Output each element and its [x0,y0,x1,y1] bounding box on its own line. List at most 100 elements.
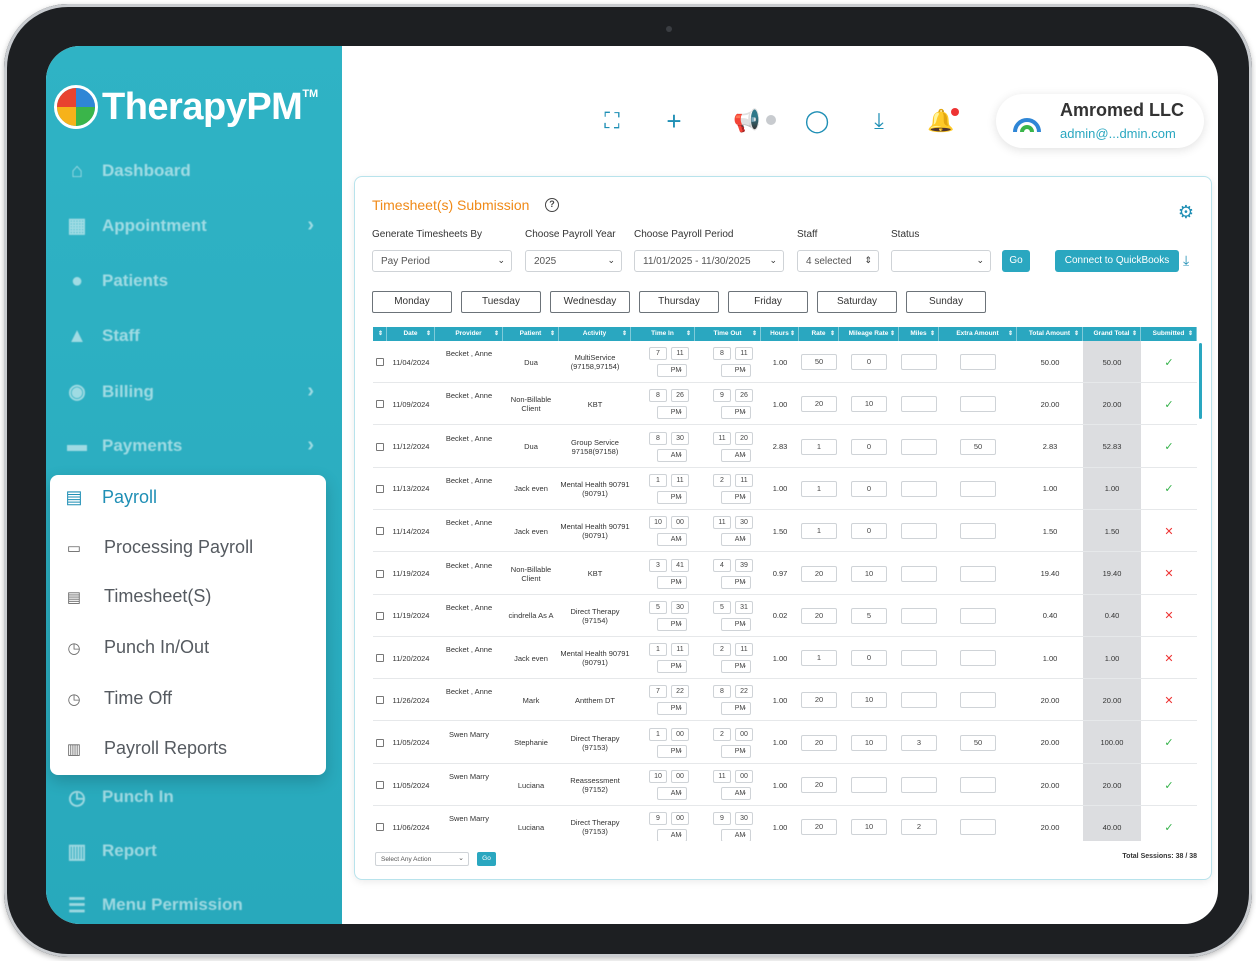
chat-icon[interactable]: ◯ [804,108,830,134]
time-out-minute[interactable]: 00 [735,770,753,783]
time-in-hour[interactable]: 10 [649,770,667,783]
time-out-hour[interactable]: 11 [713,770,731,783]
column-header[interactable]: Time Out ⇕ [695,327,761,341]
row-checkbox[interactable] [376,696,384,705]
time-in-ampm[interactable]: PM ⌄ [657,660,687,674]
rate-input[interactable]: 20 [801,777,837,793]
miles-input[interactable] [901,523,937,540]
time-in-hour[interactable]: 1 [649,643,667,657]
time-out-minute[interactable]: 26 [735,389,753,403]
bulk-go-button[interactable]: Go [477,852,496,866]
extra-amount-input[interactable] [960,354,996,370]
sidebar-item-dashboard[interactable]: ⌂ Dashboard [64,160,314,182]
extra-amount-input[interactable] [960,692,996,709]
row-checkbox[interactable] [376,400,384,409]
time-in-hour[interactable]: 8 [649,431,667,445]
row-checkbox[interactable] [376,611,384,620]
extra-amount-input[interactable]: 50 [960,734,996,751]
staff-select[interactable]: 4 selected ⇕ [797,250,879,272]
mileage-rate-input[interactable]: 0 [851,354,887,370]
miles-input[interactable] [901,692,937,709]
time-in-ampm[interactable]: PM ⌄ [657,575,687,589]
miles-input[interactable] [901,777,937,793]
miles-input[interactable]: 2 [901,819,937,836]
submenu-punch-in-out[interactable]: ◷ Punch In/Out [64,637,209,658]
time-in-hour[interactable]: 1 [649,473,667,487]
table-row[interactable]: 11/12/2024 Becket , Anne Dua Group Service … [373,426,1197,468]
submenu-time-off[interactable]: ◷ Time Off [64,688,172,709]
time-out-hour[interactable]: 11 [713,431,731,445]
column-header[interactable]: Time In ⇕ [631,327,695,341]
sidebar-item-patients[interactable]: ● Patients [64,270,314,292]
time-in-hour[interactable]: 10 [649,516,667,530]
mileage-rate-input[interactable] [851,777,887,793]
column-header[interactable]: Total Amount ⇕ [1017,327,1083,341]
time-in-ampm[interactable]: PM ⌄ [657,617,687,631]
time-out-ampm[interactable]: AM ⌄ [721,533,751,547]
miles-input[interactable] [901,354,937,370]
time-in-minute[interactable]: 00 [671,516,689,530]
generate-select[interactable]: Pay Period ⌄ [372,250,512,272]
time-out-hour[interactable]: 2 [713,473,731,487]
mileage-rate-input[interactable]: 0 [851,438,887,455]
time-out-ampm[interactable]: PM ⌄ [721,660,751,674]
table-scrollbar[interactable] [1199,343,1202,419]
miles-input[interactable]: 3 [901,734,937,751]
time-out-ampm[interactable]: PM ⌄ [721,617,751,631]
time-in-ampm[interactable]: AM ⌄ [657,787,687,800]
gear-icon[interactable]: ⚙ [1177,203,1195,221]
header-select-all[interactable]: ⇕ [373,327,387,341]
extra-amount-input[interactable] [960,819,996,836]
column-header[interactable]: Rate ⇕ [799,327,839,341]
table-row[interactable]: 11/19/2024 Becket , Anne cindrella As A Dir… [373,595,1197,637]
row-checkbox[interactable] [376,358,384,366]
time-in-hour[interactable]: 3 [649,558,667,572]
sidebar-item-staff[interactable]: ▲ Staff [64,325,314,347]
rate-input[interactable]: 20 [801,396,837,413]
mileage-rate-input[interactable]: 0 [851,523,887,540]
sidebar-item-payments[interactable]: ▬ Payments › [64,434,314,457]
sidebar-item-menu-permission[interactable]: ☰ Menu Permission [64,894,314,917]
time-in-hour[interactable]: 9 [649,812,667,826]
time-in-minute[interactable]: 30 [671,600,689,614]
mileage-rate-input[interactable]: 10 [851,734,887,751]
sidebar-item-billing[interactable]: ◉ Billing › [64,380,314,403]
submenu-timesheets[interactable]: ▤ Timesheet(S) [64,586,211,607]
day-friday-button[interactable]: Friday [728,291,808,313]
sidebar-item-punch-in[interactable]: ◷ Punch In [64,786,314,809]
bulk-action-select[interactable]: Select Any Action ⌄ [375,852,469,866]
fullscreen-icon[interactable]: ⛶ [599,108,625,134]
column-header[interactable]: Activity ⇕ [559,327,631,341]
account-menu[interactable]: Amromed LLC admin@...dmin.com [996,94,1204,148]
time-in-ampm[interactable]: PM ⌄ [657,744,687,758]
time-in-ampm[interactable]: PM ⌄ [657,364,687,377]
time-in-ampm[interactable]: AM ⌄ [657,448,687,462]
rate-input[interactable]: 20 [801,734,837,751]
time-out-minute[interactable]: 22 [735,685,753,699]
year-select[interactable]: 2025 ⌄ [525,250,622,272]
extra-amount-input[interactable] [960,565,996,582]
time-in-hour[interactable]: 5 [649,600,667,614]
time-out-hour[interactable]: 8 [713,347,731,360]
row-checkbox[interactable] [376,823,384,832]
column-header[interactable]: Hours ⇕ [761,327,799,341]
sidebar-item-appointment[interactable]: ▦ Appointment › [64,214,314,237]
table-row[interactable]: 11/09/2024 Becket , Anne Non-Billable Clie… [373,383,1197,426]
row-checkbox[interactable] [376,442,384,451]
mileage-rate-input[interactable]: 10 [851,565,887,582]
miles-input[interactable] [901,480,937,497]
time-out-hour[interactable]: 8 [713,685,731,699]
mileage-rate-input[interactable]: 5 [851,607,887,624]
time-in-hour[interactable]: 7 [649,347,667,360]
mileage-rate-input[interactable]: 10 [851,692,887,709]
table-row[interactable]: 11/05/2024 Swen Marry Stephanie Direct Ther… [373,722,1197,764]
time-in-minute[interactable]: 26 [671,389,689,403]
rate-input[interactable]: 20 [801,819,837,836]
time-out-minute[interactable]: 39 [735,558,753,572]
time-out-hour[interactable]: 5 [713,600,731,614]
column-header[interactable]: Miles ⇕ [899,327,939,341]
table-row[interactable]: 11/19/2024 Becket , Anne Non-Billable Clie… [373,553,1197,595]
download-icon[interactable]: ⤓ [1183,252,1189,269]
mileage-rate-input[interactable]: 0 [851,650,887,667]
miles-input[interactable] [901,396,937,413]
